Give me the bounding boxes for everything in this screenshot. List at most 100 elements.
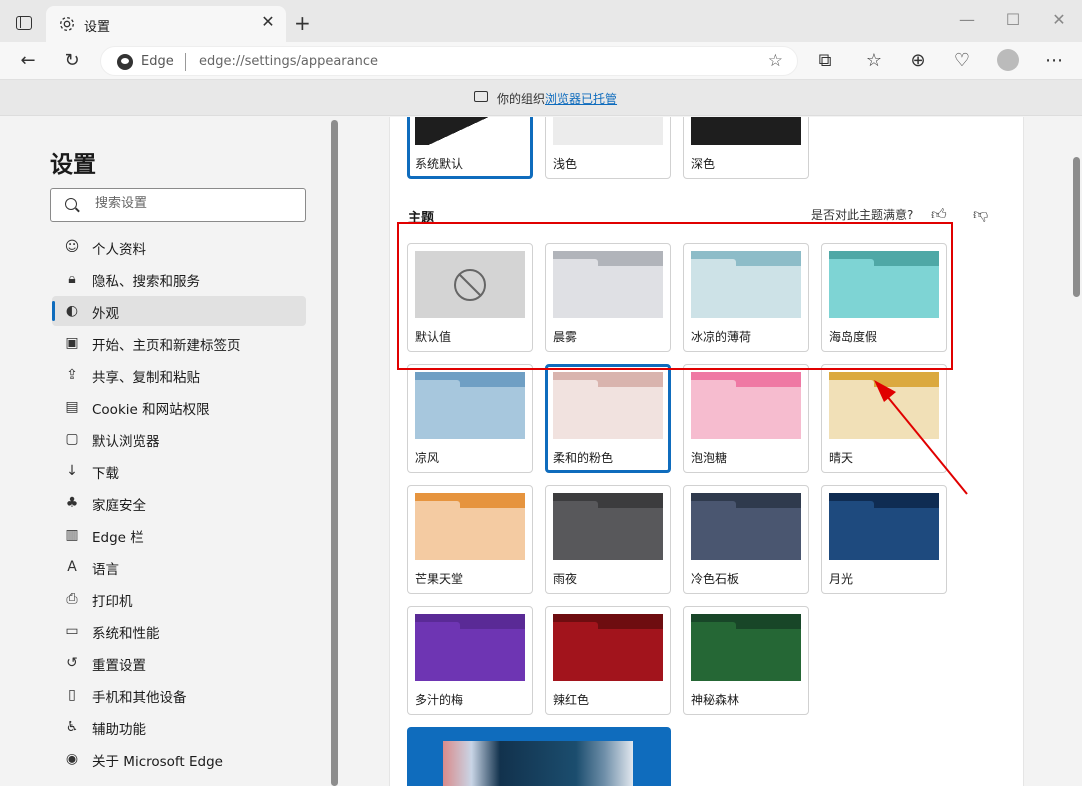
thumbs-down-icon[interactable]: 👎︎: [973, 205, 988, 224]
tab-settings[interactable]: 设置 ✕: [46, 6, 286, 42]
printer-icon: ⎙: [66, 591, 78, 607]
phone-icon: ▯: [68, 687, 76, 703]
theme-card[interactable]: 冷色石板: [683, 485, 809, 594]
theme-card[interactable]: 多汁的梅: [407, 606, 533, 715]
appearance-mode-label: 系统默认: [415, 157, 464, 171]
sidebar-item-2[interactable]: ◐ 外观: [52, 296, 306, 326]
theme-card[interactable]: 雨夜: [545, 485, 671, 594]
close-tab-icon[interactable]: ✕: [258, 12, 278, 31]
sidebar-item-15[interactable]: ♿︎ 辅助功能: [52, 712, 306, 742]
sidebar-item-13[interactable]: ↺ 重置设置: [52, 648, 306, 678]
search-box[interactable]: [50, 188, 306, 222]
theme-image-card[interactable]: [407, 727, 671, 786]
new-tab-button[interactable]: +: [294, 11, 311, 35]
sidebar-item-label: 语言: [92, 562, 119, 578]
theme-preview: [691, 372, 801, 439]
theme-preview: [415, 493, 525, 560]
theme-card[interactable]: 泡泡糖: [683, 364, 809, 473]
thumbs-up-icon[interactable]: 👍︎: [931, 205, 947, 224]
sidebar-item-3[interactable]: ▣ 开始、主页和新建标签页: [52, 328, 306, 358]
extensions-icon[interactable]: ⧉: [813, 50, 837, 72]
folder-icon: [553, 251, 663, 318]
sidebar-item-label: 隐私、搜索和服务: [92, 274, 200, 290]
refresh-icon[interactable]: ↻: [60, 50, 84, 72]
sidebar-item-7[interactable]: ↓ 下载: [52, 456, 306, 486]
sidebar-item-label: 打印机: [92, 594, 133, 610]
theme-card[interactable]: 海岛度假: [821, 243, 947, 352]
folder-icon: [691, 614, 801, 681]
sidebar-item-label: 默认浏览器: [92, 434, 160, 450]
theme-preview: [691, 251, 801, 318]
sidebar-item-14[interactable]: ▯ 手机和其他设备: [52, 680, 306, 710]
search-input[interactable]: [95, 196, 295, 211]
sidebar-item-1[interactable]: 🔒︎ 隐私、搜索和服务: [52, 264, 306, 294]
theme-label: 晨雾: [553, 330, 578, 344]
family-icon: ♣: [65, 495, 79, 511]
managed-notice-bar: 你的组织浏览器已托管: [0, 80, 1082, 116]
theme-card[interactable]: 默认值: [407, 243, 533, 352]
share-icon: ⇪: [66, 367, 78, 383]
search-icon: [65, 198, 77, 210]
appearance-mode-card[interactable]: 浅色: [545, 117, 671, 179]
theme-card[interactable]: 柔和的粉色: [545, 364, 671, 473]
back-icon[interactable]: ←: [16, 50, 40, 72]
collections-icon[interactable]: ⊕: [906, 50, 930, 72]
browser-essentials-icon[interactable]: ♡: [950, 50, 974, 72]
tab-bar: 设置 ✕ + — ☐ ✕: [0, 0, 1082, 42]
theme-label: 冷色石板: [691, 572, 740, 586]
theme-card[interactable]: 芒果天堂: [407, 485, 533, 594]
folder-icon: [829, 493, 939, 560]
sidebar-item-11[interactable]: ⎙ 打印机: [52, 584, 306, 614]
edge-logo-icon: ◉: [65, 751, 79, 767]
theme-card[interactable]: 月光: [821, 485, 947, 594]
sidebar-item-label: Cookie 和网站权限: [92, 402, 210, 418]
sidebar-scrollbar-thumb[interactable]: [331, 120, 338, 786]
tab-actions-icon[interactable]: [16, 16, 32, 30]
address-url[interactable]: edge://settings/appearance: [199, 54, 378, 69]
theme-label: 默认值: [415, 330, 452, 344]
edge-logo-icon: [117, 54, 133, 70]
sidebar-item-9[interactable]: ▥ Edge 栏: [52, 520, 306, 550]
download-icon: ↓: [66, 463, 78, 479]
sidebar-item-0[interactable]: ☺ 个人资料: [52, 232, 306, 262]
favorites-icon[interactable]: ☆: [862, 50, 886, 72]
address-bar[interactable]: Edge edge://settings/appearance ☆: [100, 46, 798, 76]
sidebar-item-12[interactable]: ▭ 系统和性能: [52, 616, 306, 646]
theme-card[interactable]: 冰凉的薄荷: [683, 243, 809, 352]
gear-icon: [60, 17, 74, 31]
sidebar-item-16[interactable]: ◉ 关于 Microsoft Edge: [52, 744, 306, 774]
theme-label: 海岛度假: [829, 330, 878, 344]
sidebar-item-8[interactable]: ♣ 家庭安全: [52, 488, 306, 518]
avatar[interactable]: [997, 49, 1019, 71]
sidebar-item-10[interactable]: A 语言: [52, 552, 306, 582]
managed-link[interactable]: 浏览器已托管: [545, 92, 617, 106]
theme-card[interactable]: 神秘森林: [683, 606, 809, 715]
cookie-icon: ▤: [65, 399, 79, 415]
theme-card[interactable]: 晨雾: [545, 243, 671, 352]
language-icon: A: [67, 559, 77, 575]
theme-card[interactable]: 辣红色: [545, 606, 671, 715]
sidebar-item-label: 个人资料: [92, 242, 146, 258]
theme-card[interactable]: 凉风: [407, 364, 533, 473]
page-title: 设置: [50, 152, 96, 178]
more-icon[interactable]: ⋯: [1042, 50, 1066, 72]
folder-icon: [829, 251, 939, 318]
minimize-icon[interactable]: —: [952, 10, 982, 29]
sidebar-item-5[interactable]: ▤ Cookie 和网站权限: [52, 392, 306, 422]
sidebar-scrollbar[interactable]: [331, 120, 338, 786]
add-favorite-icon[interactable]: ☆: [768, 51, 783, 71]
content-scrollbar-thumb[interactable]: [1073, 157, 1080, 297]
sidebar-item-6[interactable]: ▢ 默认浏览器: [52, 424, 306, 454]
maximize-icon[interactable]: ☐: [998, 10, 1028, 29]
profile-icon: ☺: [64, 239, 80, 255]
sidebar-item-label: 关于 Microsoft Edge: [92, 754, 223, 770]
content-scrollbar[interactable]: [1071, 117, 1082, 786]
appearance-mode-card[interactable]: 系统默认: [407, 117, 533, 179]
folder-icon: [553, 614, 663, 681]
appearance-mode-card[interactable]: 深色: [683, 117, 809, 179]
theme-preview: [553, 251, 663, 318]
close-window-icon[interactable]: ✕: [1044, 10, 1074, 29]
sidebar-item-4[interactable]: ⇪ 共享、复制和粘贴: [52, 360, 306, 390]
reset-icon: ↺: [66, 655, 78, 671]
settings-sidebar: 设置 ☺ 个人资料 🔒︎ 隐私、搜索和服务 ◐ 外观 ▣ 开始、主页和新建标签页 ⇪ 共享、复制和…: [0, 117, 330, 786]
